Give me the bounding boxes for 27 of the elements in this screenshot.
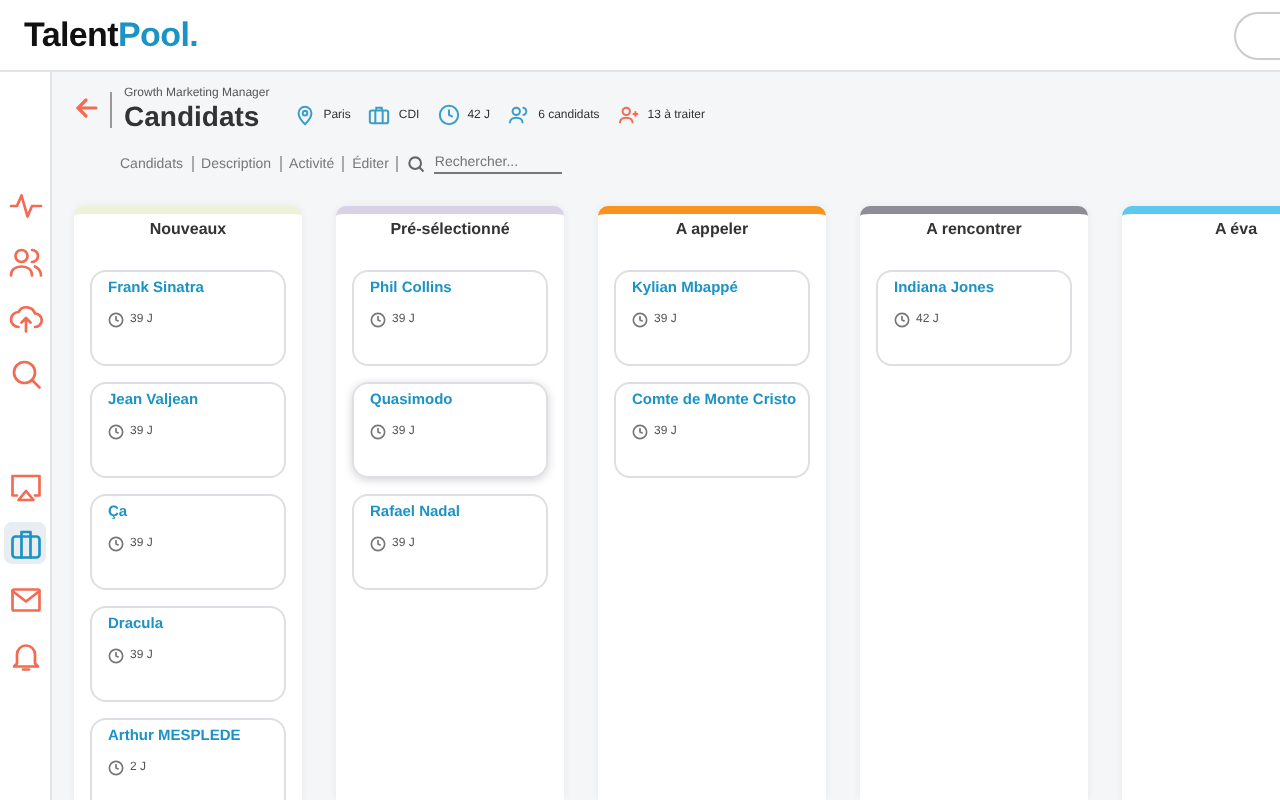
briefcase-icon [368,104,391,126]
column-title: A éva [1212,220,1260,238]
top-right-field[interactable] [1234,11,1280,59]
page-title: Candidats [124,100,262,132]
column-title: Nouveaux [147,220,229,238]
clock-icon [437,104,460,126]
column-title: Pré-sélectionné [388,220,512,238]
search-icon [406,154,427,174]
users-icon [508,104,531,126]
back-arrow-icon[interactable] [74,96,98,120]
clock-icon [632,312,648,328]
user-plus-icon [617,104,640,126]
clock-icon [108,760,124,776]
clock-icon [108,312,124,328]
clock-icon [108,424,124,440]
column-title: A rencontrer [924,220,1024,238]
location-pin-icon [293,104,316,126]
column-title: A appeler [673,220,751,238]
clock-icon [108,648,124,664]
clock-icon [370,536,386,552]
talentpool-logo: TalentPool. [24,15,199,55]
briefcase-icon[interactable] [4,522,46,564]
clock-icon [894,312,910,328]
clock-icon [108,536,124,552]
clock-icon [370,424,386,440]
clock-icon [632,424,648,440]
clock-icon [370,312,386,328]
